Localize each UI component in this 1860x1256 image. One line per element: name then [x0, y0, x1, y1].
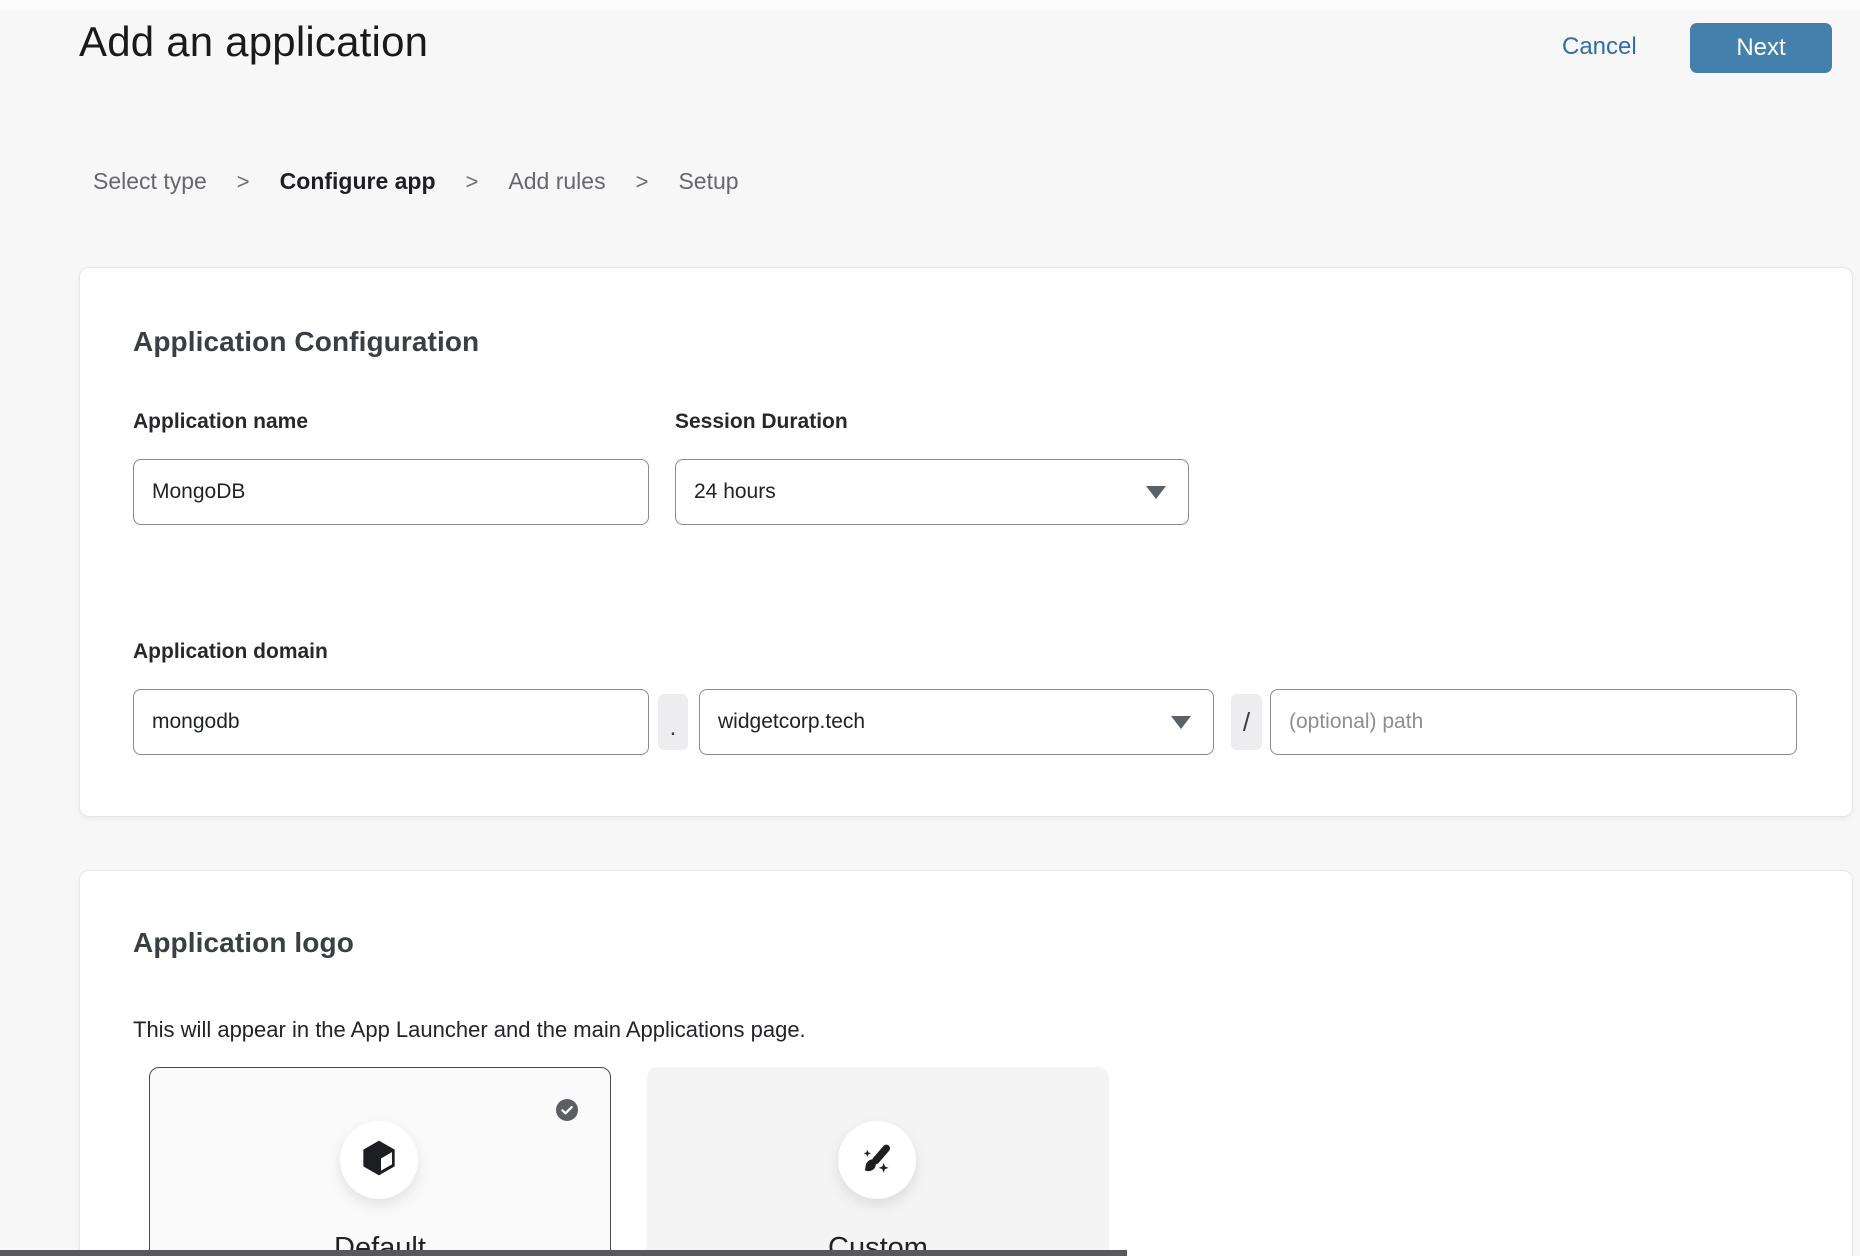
paintbrush-icon [857, 1138, 897, 1183]
application-configuration-card: Application Configuration Application na… [79, 267, 1853, 817]
top-edge-highlight [0, 0, 1860, 10]
application-domain-label: Application domain [133, 640, 328, 664]
breadcrumb-step-configure-app[interactable]: Configure app [280, 168, 436, 195]
cancel-button[interactable]: Cancel [1562, 33, 1637, 61]
session-duration-value: 24 hours [694, 480, 776, 504]
breadcrumb-separator: > [237, 169, 250, 195]
domain-dot-separator: . [658, 694, 688, 750]
session-duration-label: Session Duration [675, 410, 848, 434]
cube-icon [359, 1138, 399, 1183]
breadcrumb-separator: > [466, 169, 479, 195]
path-input[interactable] [1270, 689, 1797, 755]
subdomain-input[interactable] [133, 689, 649, 755]
logo-option-default[interactable]: Default [149, 1067, 611, 1256]
section-heading-application-logo: Application logo [133, 927, 354, 959]
domain-slash-separator: / [1231, 694, 1262, 750]
application-logo-card: Application logo This will appear in the… [79, 870, 1853, 1256]
next-button[interactable]: Next [1690, 23, 1832, 73]
breadcrumb: Select type > Configure app > Add rules … [93, 168, 739, 195]
application-name-label: Application name [133, 410, 308, 434]
domain-select-value: widgetcorp.tech [718, 710, 865, 734]
logo-icon-circle [340, 1121, 418, 1199]
logo-icon-circle [838, 1121, 916, 1199]
bottom-edge-bar [0, 1250, 1127, 1256]
caret-down-icon [1146, 486, 1166, 499]
breadcrumb-step-select-type[interactable]: Select type [93, 168, 207, 195]
caret-down-icon [1171, 716, 1191, 729]
breadcrumb-step-setup[interactable]: Setup [678, 168, 738, 195]
application-logo-description: This will appear in the App Launcher and… [133, 1017, 806, 1043]
breadcrumb-step-add-rules[interactable]: Add rules [508, 168, 605, 195]
page-title: Add an application [79, 18, 428, 66]
domain-select[interactable]: widgetcorp.tech [699, 689, 1214, 755]
session-duration-select[interactable]: 24 hours [675, 459, 1189, 525]
selected-check-icon [555, 1098, 579, 1122]
section-heading-application-configuration: Application Configuration [133, 326, 479, 358]
add-application-page: Add an application Cancel Next Select ty… [0, 0, 1860, 1256]
breadcrumb-separator: > [636, 169, 649, 195]
application-name-input[interactable] [133, 459, 649, 525]
logo-option-custom[interactable]: Custom [647, 1067, 1109, 1256]
